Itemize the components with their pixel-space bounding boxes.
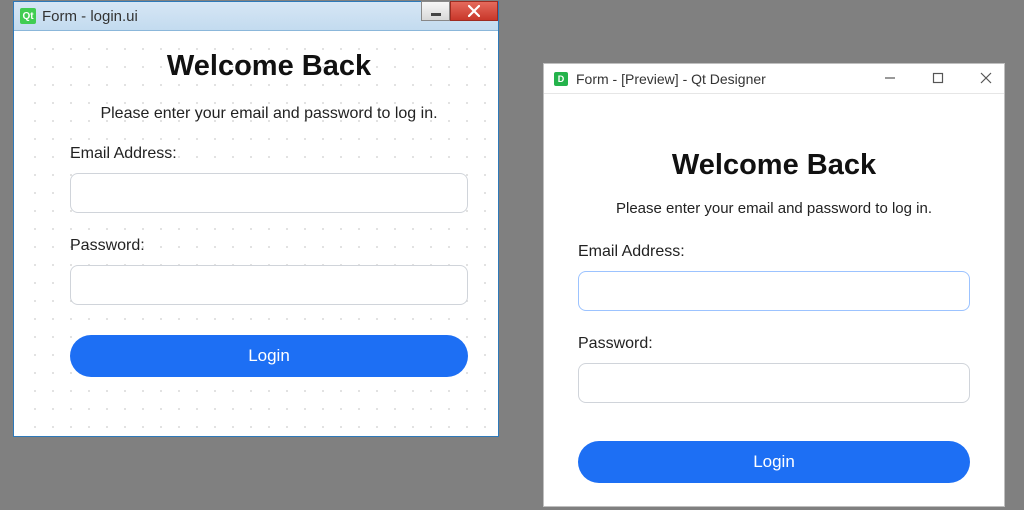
close-icon — [468, 5, 480, 17]
close-icon — [980, 72, 992, 84]
designer-window-title: Form - login.ui — [42, 8, 138, 25]
form-heading: Welcome Back — [578, 149, 970, 182]
email-field[interactable] — [70, 173, 468, 213]
email-label: Email Address: — [578, 243, 970, 261]
password-label: Password: — [70, 237, 468, 255]
close-button[interactable] — [450, 1, 498, 21]
login-form: Welcome Back Please enter your email and… — [70, 44, 468, 377]
designer-titlebar: Qt Form - login.ui — [14, 2, 498, 31]
maximize-button[interactable] — [924, 66, 952, 90]
preview-window-title: Form - [Preview] - Qt Designer — [576, 71, 766, 87]
login-button[interactable]: Login — [70, 335, 468, 377]
preview-window: D Form - [Preview] - Qt Designer Welcome… — [543, 63, 1005, 507]
password-label: Password: — [578, 335, 970, 353]
email-field[interactable] — [578, 271, 970, 311]
login-button[interactable]: Login — [578, 441, 970, 483]
password-field[interactable] — [70, 265, 468, 305]
login-form-preview: Welcome Back Please enter your email and… — [544, 94, 1004, 483]
close-button[interactable] — [972, 66, 1000, 90]
minimize-button[interactable] — [876, 66, 904, 90]
app-icon: D — [554, 72, 568, 86]
password-field[interactable] — [578, 363, 970, 403]
qt-icon: Qt — [20, 8, 36, 24]
designer-window-controls — [421, 1, 498, 21]
email-label: Email Address: — [70, 145, 468, 163]
minimize-button[interactable] — [421, 1, 450, 21]
preview-titlebar: D Form - [Preview] - Qt Designer — [544, 64, 1004, 94]
designer-window: Qt Form - login.ui Welcome Back Please e… — [13, 1, 499, 437]
designer-canvas[interactable]: Welcome Back Please enter your email and… — [21, 35, 491, 429]
form-heading: Welcome Back — [70, 50, 468, 83]
form-subtext: Please enter your email and password to … — [70, 105, 468, 123]
preview-window-controls — [876, 66, 1000, 90]
minimize-icon — [884, 72, 896, 84]
maximize-icon — [932, 72, 944, 84]
form-subtext: Please enter your email and password to … — [578, 200, 970, 217]
